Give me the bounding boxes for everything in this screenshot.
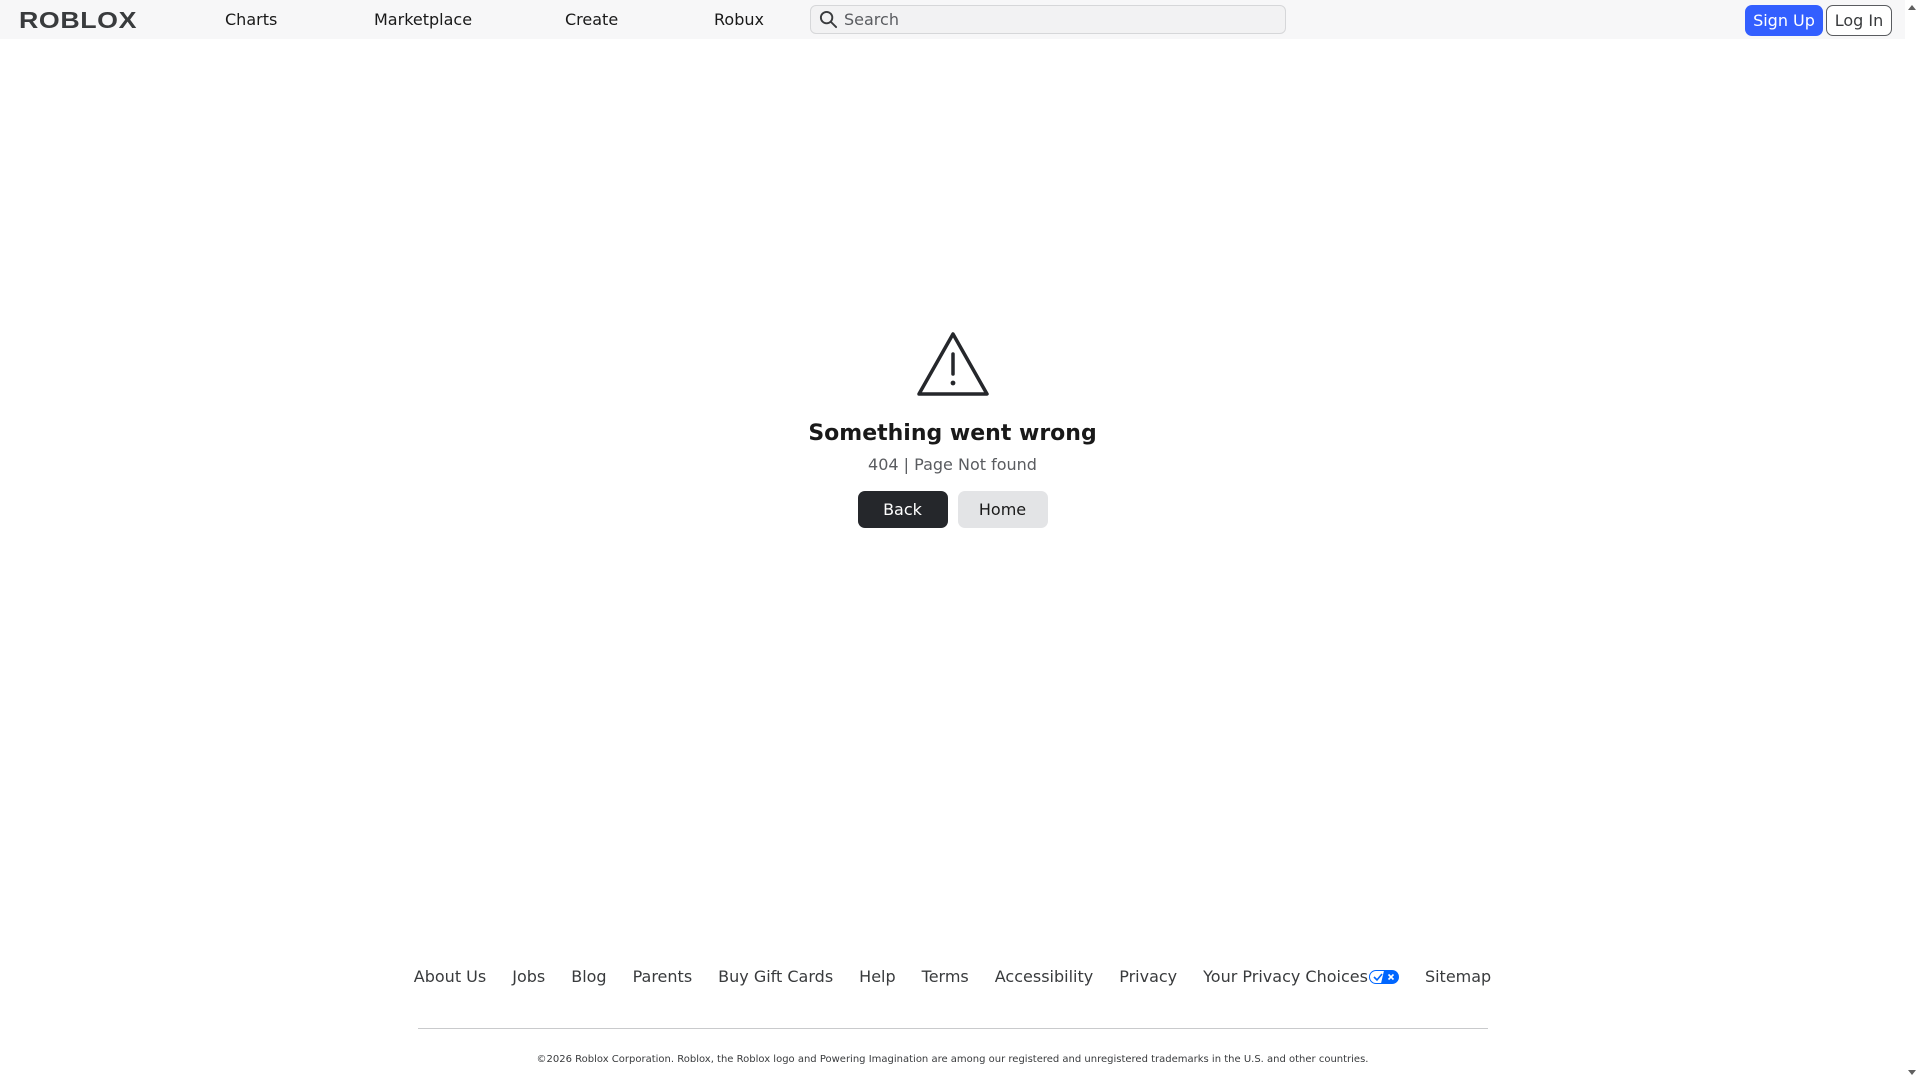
footer-divider	[418, 1028, 1488, 1029]
copyright-text: ©2026 Roblox Corporation. Roblox, the Ro…	[536, 1054, 1369, 1065]
privacy-choices-toggle-icon	[1368, 970, 1399, 984]
top-nav-bar: ROBLOX Charts Marketplace Create Robux S…	[0, 0, 1905, 39]
logo-text: ROBLOX	[19, 8, 137, 32]
search-input[interactable]	[844, 10, 1264, 29]
nav-marketplace[interactable]: Marketplace	[374, 0, 472, 39]
scroll-down-arrow-icon[interactable]	[1908, 1070, 1916, 1075]
error-panel: Something went wrong 404 | Page Not foun…	[0, 330, 1905, 528]
error-title: Something went wrong	[808, 421, 1097, 446]
log-in-button[interactable]: Log In	[1826, 5, 1892, 36]
footer-link-about-us[interactable]: About Us	[414, 965, 486, 989]
footer-link-sitemap[interactable]: Sitemap	[1425, 965, 1491, 989]
footer-link-help[interactable]: Help	[859, 965, 895, 989]
scroll-up-arrow-icon[interactable]	[1908, 5, 1916, 10]
footer-link-accessibility[interactable]: Accessibility	[995, 965, 1093, 989]
nav-charts[interactable]: Charts	[225, 0, 277, 39]
footer-links: About Us Jobs Blog Parents Buy Gift Card…	[0, 965, 1905, 989]
home-button[interactable]: Home	[957, 491, 1048, 528]
roblox-logo[interactable]: ROBLOX	[19, 8, 139, 32]
search-icon	[819, 10, 838, 29]
footer-link-blog[interactable]: Blog	[571, 965, 606, 989]
footer-link-privacy[interactable]: Privacy	[1119, 965, 1177, 989]
footer-link-parents[interactable]: Parents	[633, 965, 693, 989]
footer-link-privacy-choices[interactable]: Your Privacy Choices	[1203, 965, 1399, 989]
privacy-choices-label: Your Privacy Choices	[1203, 967, 1368, 986]
footer-link-terms[interactable]: Terms	[922, 965, 969, 989]
nav-create[interactable]: Create	[565, 0, 618, 39]
search-box[interactable]	[810, 5, 1286, 34]
footer-link-jobs[interactable]: Jobs	[512, 965, 545, 989]
vertical-scrollbar[interactable]	[1905, 0, 1920, 1080]
warning-triangle-icon	[916, 332, 989, 396]
error-subtitle: 404 | Page Not found	[868, 455, 1037, 474]
sign-up-button[interactable]: Sign Up	[1745, 5, 1823, 36]
footer-link-buy-gift-cards[interactable]: Buy Gift Cards	[718, 965, 833, 989]
back-button[interactable]: Back	[857, 491, 948, 528]
error-actions: Back Home	[857, 491, 1048, 528]
nav-robux[interactable]: Robux	[714, 0, 764, 39]
